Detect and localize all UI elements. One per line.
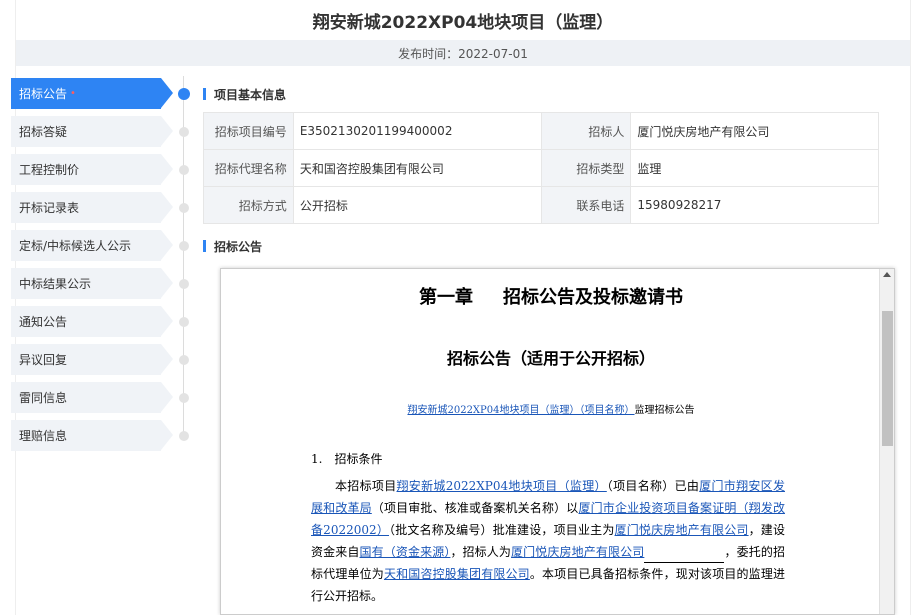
timeline-dot-icon xyxy=(179,241,189,251)
sidebar-tab[interactable]: 理赔信息 xyxy=(11,420,173,451)
chapter-name: 招标公告及投标邀请书 xyxy=(503,287,683,308)
sidebar-item[interactable]: 开标记录表 xyxy=(11,190,191,228)
sidebar-tab[interactable]: 异议回复 xyxy=(11,344,173,375)
info-value: 监理 xyxy=(630,149,879,187)
basic-info-heading: 项目基本信息 xyxy=(203,76,881,112)
page-title: 翔安新城2022XP04地块项目（监理） xyxy=(312,12,614,33)
section-heading: 1. 招标条件 xyxy=(311,452,383,466)
sidebar-tab[interactable]: 雷同信息 xyxy=(11,382,173,413)
basic-info-table: 招标项目编号 E3502130201199400002 招标人 厦门悦庆房地产有限公司… xyxy=(203,112,879,224)
heading-accent-bar xyxy=(203,88,206,100)
project-name-link: 翔安新城2022XP04地块项目（监理）（项目名称） xyxy=(407,405,635,416)
heading-accent-bar xyxy=(203,240,206,252)
required-dot-icon: • xyxy=(70,88,76,99)
sidebar-item[interactable]: 招标答疑 xyxy=(11,114,191,152)
notice-subtitle: 招标公告（适用于公开招标） xyxy=(446,349,655,368)
timeline-dot-icon xyxy=(179,431,189,441)
sidebar-item-label: 通知公告 xyxy=(19,315,68,329)
info-label: 招标类型 xyxy=(540,149,632,187)
sidebar-tab[interactable]: 工程控制价 xyxy=(11,154,173,185)
timeline-dot-icon xyxy=(179,393,189,403)
info-label: 招标代理名称 xyxy=(203,149,294,187)
sidebar: 招标公告 • 招标答疑工程控制价开标记录表定标/中标候选人公示 中标结果公示 通知公告异… xyxy=(11,76,191,456)
sidebar-tab[interactable]: 招标答疑 xyxy=(11,116,173,147)
info-label: 招标人 xyxy=(540,112,632,150)
sidebar-item-label: 招标公告 xyxy=(19,87,68,101)
timeline-dot-icon xyxy=(179,279,189,289)
sidebar-tab[interactable]: 定标/中标候选人公示 xyxy=(11,230,173,261)
notice-document-viewer[interactable]: 第一章 招标公告及投标邀请书 招标公告（适用于公开招标） 翔安新城2022XP04… xyxy=(220,268,895,615)
sidebar-item[interactable]: 异议回复 xyxy=(11,342,191,380)
scroll-up-arrow-icon[interactable] xyxy=(883,272,891,277)
project-suffix: 监理招标公告 xyxy=(634,405,695,416)
publish-date: 发布时间：2022-07-01 xyxy=(398,46,528,61)
sidebar-item[interactable]: 定标/中标候选人公示 xyxy=(11,228,191,266)
info-row: 招标项目编号 E3502130201199400002 招标人 厦门悦庆房地产有限公司 xyxy=(203,112,879,150)
sidebar-item[interactable]: 理赔信息 xyxy=(11,418,191,456)
sidebar-item-label: 异议回复 xyxy=(19,353,68,367)
info-row: 招标代理名称 天和国咨控股集团有限公司 招标类型 监理 xyxy=(203,149,879,187)
project-line: 翔安新城2022XP04地块项目（监理）（项目名称）监理招标公告 xyxy=(221,401,881,416)
timeline-dot-icon xyxy=(179,127,189,137)
info-value: 15980928217 xyxy=(630,186,879,224)
tender-conditions-paragraph: 本招标项目翔安新城2022XP04地块项目（监理）（项目名称）已由厦门市翔安区发… xyxy=(311,479,785,603)
sidebar-item-label: 中标结果公示 xyxy=(19,277,92,291)
sidebar-item[interactable]: 招标公告 • xyxy=(11,76,191,114)
chapter-number: 第一章 xyxy=(419,287,473,308)
basic-info-heading-text: 项目基本信息 xyxy=(214,87,287,102)
sidebar-item-label: 雷同信息 xyxy=(19,391,68,405)
sidebar-item-label: 定标/中标候选人公示 xyxy=(19,239,132,253)
sidebar-tab[interactable]: 开标记录表 xyxy=(11,192,173,223)
timeline-dot-icon xyxy=(179,165,189,175)
sidebar-tab[interactable]: 通知公告 xyxy=(11,306,173,337)
sidebar-item-label: 理赔信息 xyxy=(19,429,68,443)
sidebar-item[interactable]: 工程控制价 xyxy=(11,152,191,190)
sidebar-item-label: 开标记录表 xyxy=(19,201,80,215)
publish-date-bar: 发布时间：2022-07-01 xyxy=(16,40,910,66)
info-value: 天和国咨控股集团有限公司 xyxy=(292,149,542,187)
info-label: 招标方式 xyxy=(203,186,294,224)
notice-heading-text: 招标公告 xyxy=(214,239,263,254)
timeline-dot-icon xyxy=(179,317,189,327)
info-label: 联系电话 xyxy=(540,186,632,224)
sidebar-item[interactable]: 雷同信息 xyxy=(11,380,191,418)
info-value: 厦门悦庆房地产有限公司 xyxy=(630,112,879,150)
info-row: 招标方式 公开招标 联系电话 15980928217 xyxy=(203,186,879,224)
sidebar-tab[interactable]: 中标结果公示 xyxy=(11,268,173,299)
document-scrollbar[interactable] xyxy=(879,269,894,614)
notice-heading: 招标公告 xyxy=(203,228,881,264)
info-value: E3502130201199400002 xyxy=(292,112,542,150)
chapter-title: 第一章 招标公告及投标邀请书 xyxy=(221,283,881,309)
sidebar-item[interactable]: 通知公告 xyxy=(11,304,191,342)
title-bar: 翔安新城2022XP04地块项目（监理） xyxy=(16,0,910,40)
info-value: 公开招标 xyxy=(292,186,542,224)
sidebar-item-label: 工程控制价 xyxy=(19,163,80,177)
main-content: 项目基本信息 招标项目编号 E3502130201199400002 招标人 厦门悦庆… xyxy=(203,76,881,264)
scroll-thumb[interactable] xyxy=(882,311,893,446)
timeline-dot-icon xyxy=(179,203,189,213)
info-label: 招标项目编号 xyxy=(203,112,294,150)
sidebar-tab[interactable]: 招标公告 • xyxy=(11,78,173,109)
sidebar-item-label: 招标答疑 xyxy=(19,125,68,139)
notice-document: 第一章 招标公告及投标邀请书 招标公告（适用于公开招标） 翔安新城2022XP04… xyxy=(221,269,881,614)
timeline-dot-icon xyxy=(179,355,189,365)
timeline-dot-icon xyxy=(178,88,190,100)
sidebar-item[interactable]: 中标结果公示 xyxy=(11,266,191,304)
